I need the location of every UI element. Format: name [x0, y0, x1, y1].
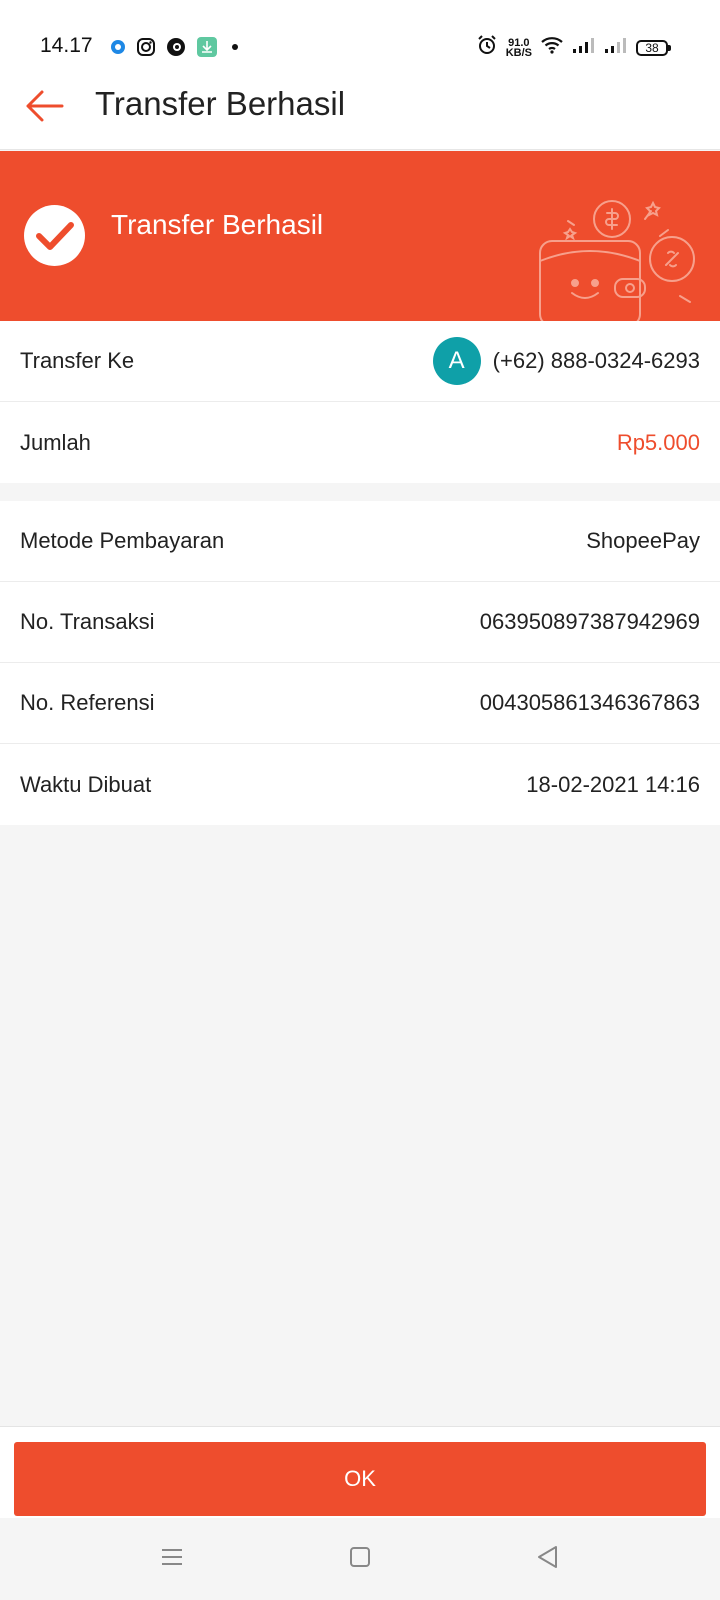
bottom-action-bar: OK [0, 1426, 720, 1518]
amount-label: Jumlah [20, 429, 91, 455]
detail-value: ShopeePay [586, 528, 700, 553]
success-banner: Transfer Berhasil [0, 151, 720, 321]
home-icon [348, 1545, 372, 1574]
speed-value: 91.0 [508, 36, 530, 49]
back-icon [535, 1544, 561, 1575]
recipient-value: A (+62) 888-0324-6293 [432, 337, 700, 385]
app-bar: Transfer Berhasil [0, 78, 720, 150]
recipient-phone: (+62) 888-0324-6293 [492, 348, 700, 373]
signal-icon [604, 36, 628, 59]
page-title: Transfer Berhasil [95, 85, 346, 122]
transfer-summary-card: Transfer Ke A (+62) 888-0324-6293 Jumlah… [0, 321, 720, 483]
menu-icon [159, 1546, 185, 1573]
amount-row: Jumlah Rp5.000 [0, 402, 720, 483]
notification-icons [110, 36, 242, 63]
instagram-icon [136, 37, 156, 62]
status-time: 14.17 [40, 34, 93, 57]
app-icon [166, 37, 186, 62]
transaction-details-card: Metode Pembayaran ShopeePay No. Transaks… [0, 501, 720, 825]
system-icons: 91.0 KB/S 38 [476, 34, 671, 61]
detail-row-transaction-no: No. Transaksi 063950897387942969 [0, 582, 720, 663]
detail-value: 063950897387942969 [479, 609, 700, 634]
recipient-label: Transfer Ke [20, 348, 135, 373]
avatar: A [432, 337, 481, 385]
detail-row-reference-no: No. Referensi 004305861346367863 [0, 663, 720, 744]
check-circle-icon [24, 205, 85, 266]
battery-indicator: 38 [636, 39, 671, 56]
detail-label: No. Referensi [20, 690, 155, 715]
detail-row-payment-method: Metode Pembayaran ShopeePay [0, 501, 720, 582]
nav-home-button[interactable] [336, 1535, 384, 1583]
wallet-illustration-icon [539, 200, 695, 321]
network-speed: 91.0 KB/S [505, 36, 532, 59]
banner-title: Transfer Berhasil [111, 209, 324, 240]
nav-menu-button[interactable] [148, 1535, 196, 1583]
status-bar: 14.17 91.0 KB/S 38 [0, 0, 720, 78]
nav-back-button[interactable] [524, 1535, 572, 1583]
wifi-icon [540, 35, 564, 60]
detail-label: Waktu Dibuat [20, 771, 152, 797]
speed-unit: KB/S [505, 46, 532, 59]
recipient-row: Transfer Ke A (+62) 888-0324-6293 [0, 321, 720, 402]
back-button[interactable] [20, 84, 68, 132]
ok-button[interactable]: OK [14, 1442, 706, 1516]
detail-label: Metode Pembayaran [20, 528, 225, 553]
alarm-icon [476, 34, 498, 61]
amount-value: Rp5.000 [616, 429, 700, 455]
dot-icon [228, 40, 242, 59]
system-navigation-bar [0, 1518, 720, 1600]
detail-row-created-time: Waktu Dibuat 18-02-2021 14:16 [0, 744, 720, 825]
detail-value: 004305861346367863 [479, 690, 700, 715]
arrow-left-icon [24, 89, 64, 128]
detail-value: 18-02-2021 14:16 [526, 771, 700, 797]
location-icon [110, 39, 126, 60]
signal-icon [572, 36, 596, 59]
detail-label: No. Transaksi [20, 609, 155, 634]
download-icon [196, 36, 218, 63]
